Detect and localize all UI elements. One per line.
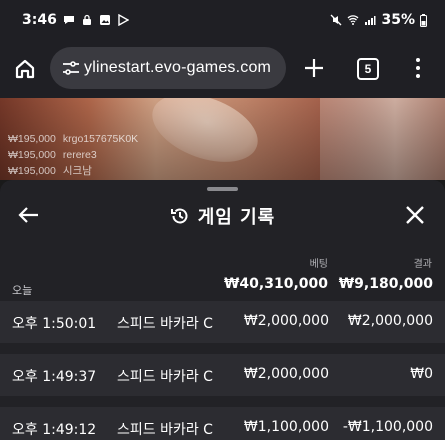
record-bet: ₩1,100,000 [243, 419, 329, 435]
lock-icon [82, 14, 91, 25]
site-settings-button[interactable] [56, 61, 86, 75]
today-summary: 오늘 ₩40,310,000 ₩9,180,000 [0, 275, 445, 297]
dot-icon [416, 74, 420, 78]
record-time: 오후 1:49:12 [12, 422, 97, 438]
battery-icon [420, 13, 427, 27]
game-history-panel: 게임 기록 베팅 결과 오늘 ₩40,310,000 ₩9,180,000 오후… [0, 180, 445, 440]
today-bet-total: ₩40,310,000 [223, 276, 328, 292]
table-row[interactable]: 오후 1:50:01 스피드 바카라 C ₩2,000,000 ₩2,000,0… [0, 301, 445, 343]
new-tab-button[interactable] [300, 54, 328, 82]
today-result-total: ₩9,180,000 [338, 276, 433, 292]
record-result: ₩2,000,000 [347, 313, 433, 329]
list-item: ₩195,000 시크남 [8, 165, 92, 177]
status-bar: 3:46 35% [0, 0, 445, 40]
record-game: 스피드 바카라 C [117, 422, 213, 438]
tune-icon [63, 61, 79, 75]
record-bet: ₩2,000,000 [243, 366, 329, 382]
back-arrow-icon[interactable] [16, 202, 42, 228]
date-group-label: 오늘 [12, 284, 33, 297]
plus-icon [305, 59, 323, 77]
overflow-menu-button[interactable] [410, 54, 426, 82]
signal-icon [365, 16, 376, 25]
url-text: ylinestart.evo-games.com [84, 59, 272, 76]
image-icon [99, 15, 110, 25]
browser-toolbar: ylinestart.evo-games.com 5 [0, 40, 445, 98]
table-row[interactable]: 오후 1:49:37 스피드 바카라 C ₩2,000,000 ₩0 [0, 354, 445, 396]
table-row[interactable]: 오후 1:49:12 스피드 바카라 C ₩1,100,000 -₩1,100,… [0, 407, 445, 440]
list-item: ₩195,000 krgo157675K0K [8, 133, 139, 145]
list-item: ₩195,000 rerere3 [8, 149, 97, 161]
bet-column-header: 베팅 [309, 259, 328, 270]
battery-percent: 35% [381, 12, 415, 28]
panel-header: 게임 기록 [0, 194, 445, 238]
record-time: 오후 1:49:37 [12, 369, 97, 385]
history-list: 오후 1:50:01 스피드 바카라 C ₩2,000,000 ₩2,000,0… [0, 301, 445, 440]
mute-icon [331, 14, 342, 26]
page-title: 게임 기록 [197, 207, 276, 228]
chat-bubble-icon [63, 16, 74, 24]
history-icon [170, 208, 188, 224]
home-icon [15, 59, 35, 79]
live-video[interactable]: ₩195,000 krgo157675K0K ₩195,000 rerere3 … [0, 98, 445, 180]
home-button[interactable] [0, 40, 50, 98]
play-store-icon [118, 14, 129, 26]
tab-switcher-button[interactable]: 5 [357, 58, 379, 80]
recent-bets-feed: ₩195,000 krgo157675K0K ₩195,000 rerere3 … [8, 131, 138, 179]
record-result: -₩1,100,000 [342, 419, 433, 435]
record-game: 스피드 바카라 C [117, 369, 213, 385]
dot-icon [416, 58, 420, 62]
result-column-header: 결과 [413, 259, 432, 270]
record-bet: ₩2,000,000 [243, 313, 329, 329]
status-time: 3:46 [22, 12, 57, 28]
address-bar[interactable]: ylinestart.evo-games.com [50, 47, 286, 89]
close-icon[interactable] [403, 203, 427, 227]
column-headers: 베팅 결과 [0, 255, 445, 270]
record-game: 스피드 바카라 C [117, 316, 213, 332]
dot-icon [416, 66, 420, 70]
record-result: ₩0 [410, 366, 433, 382]
wifi-icon [348, 15, 359, 25]
drag-handle[interactable] [207, 187, 238, 191]
record-time: 오후 1:50:01 [12, 316, 97, 332]
